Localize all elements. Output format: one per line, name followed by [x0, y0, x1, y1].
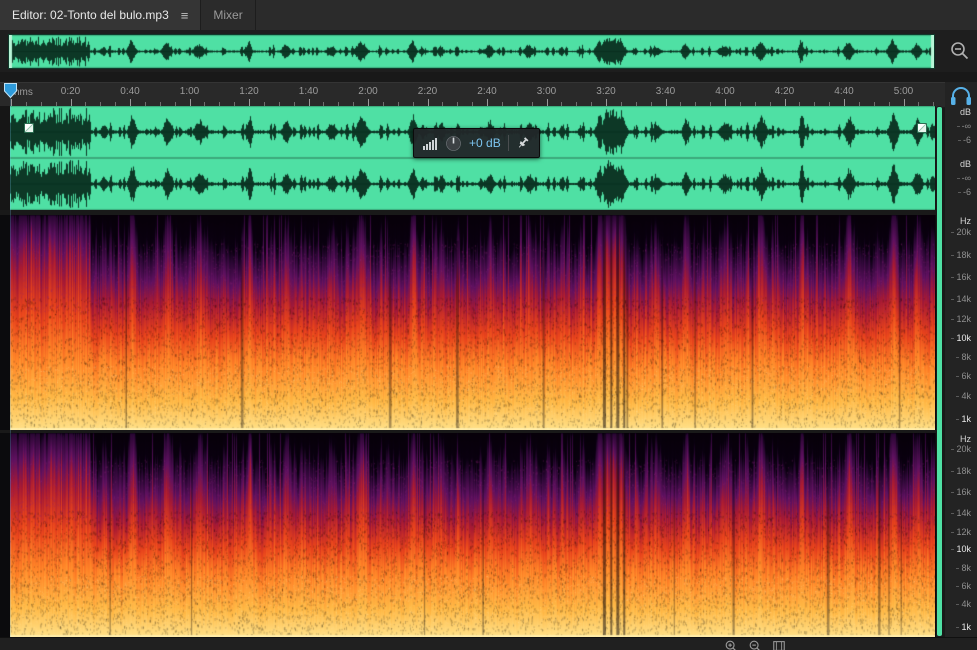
overview-waveform[interactable] — [8, 34, 935, 69]
scale-mark--6: -6 — [957, 187, 971, 198]
scale-mark-14k: 14k — [951, 507, 971, 518]
ruler-tick-label: 4:00 — [715, 86, 735, 97]
ruler-tick-label: 1:00 — [179, 86, 200, 97]
ruler-tick-label: 1:40 — [298, 86, 319, 97]
ruler-tickmark — [70, 99, 72, 106]
scale-mark-18k: 18k — [951, 249, 971, 260]
spectrogram-row-left — [0, 215, 936, 430]
ruler-tick-label: 3:40 — [655, 86, 676, 97]
scale-mark-18k: 18k — [951, 465, 971, 476]
db-scale-left: dB -∞ -6 — [945, 106, 975, 158]
panel-menu-icon[interactable]: ≡ — [181, 8, 189, 23]
scale-mark-20k: 20k — [951, 444, 971, 455]
ruler-tickmark — [665, 99, 667, 106]
ruler-tick-label: 3:20 — [596, 86, 616, 97]
scale-mark-16k: 16k — [951, 272, 971, 283]
zoom-in-icon[interactable] — [724, 639, 738, 650]
ruler-tick-label: 2:00 — [358, 86, 378, 97]
ruler-tickmark — [249, 99, 250, 106]
pin-hud-icon[interactable] — [516, 136, 530, 150]
overview-row — [0, 30, 977, 72]
status-toolbar — [0, 637, 977, 650]
volume-bars-icon — [423, 138, 437, 150]
ruler-tick-label: 4:20 — [774, 86, 795, 97]
ruler-tickmark — [308, 99, 310, 106]
hz-scale-title: Hz — [960, 434, 971, 444]
volume-hud: +0 dB — [413, 128, 540, 158]
db-scale-title: dB — [959, 159, 971, 169]
tab-editor[interactable]: Editor: 02-Tonto del bulo.mp3 ≡ — [0, 0, 202, 30]
fade-in-handle[interactable] — [24, 123, 34, 133]
scale-mark--∞: -∞ — [956, 120, 971, 131]
vertical-scrollbar-thumb[interactable] — [937, 107, 942, 636]
fade-out-handle[interactable] — [917, 123, 927, 133]
volume-knob-icon[interactable] — [445, 135, 462, 152]
ruler-tick-label: 0:20 — [60, 86, 81, 97]
magnifier-minus-icon — [951, 42, 969, 60]
zoom-navigate-icon[interactable] — [948, 39, 972, 63]
audition-editor-window: Editor: 02-Tonto del bulo.mp3 ≡ Mixer hm… — [0, 0, 977, 650]
ruler-tick-label: 3:00 — [536, 86, 557, 97]
ruler-tickmark — [487, 99, 488, 106]
scale-mark-4k: 4k — [956, 390, 971, 401]
ruler-tickmark — [725, 99, 726, 106]
scale-mark-10k: 10k — [951, 332, 971, 343]
scale-mark-1k: 1k — [956, 621, 971, 632]
monitoring-headphones-icon[interactable] — [948, 84, 974, 108]
spectrogram-right-channel[interactable] — [10, 433, 935, 637]
ruler-tickmark — [11, 99, 12, 106]
hz-scale-left: Hz 20k 18k 16k 14k 12k 10k 8k 6k 4k 1k — [945, 215, 975, 430]
hz-scale-title: Hz — [960, 216, 971, 226]
waveform-right-channel[interactable] — [10, 158, 935, 210]
ruler-tickmark — [130, 99, 131, 106]
ruler-tickmark — [368, 99, 369, 106]
hud-divider — [507, 135, 509, 151]
playhead-line — [10, 98, 11, 637]
scale-mark--6: -6 — [957, 135, 971, 146]
panel-tab-bar: Editor: 02-Tonto del bulo.mp3 ≡ Mixer — [0, 0, 977, 32]
scale-mark-8k: 8k — [956, 562, 971, 573]
ruler-tickmark — [427, 99, 429, 106]
tab-mixer[interactable]: Mixer — [201, 0, 256, 30]
waveform-row-right — [0, 158, 936, 210]
zoom-selection-icon[interactable] — [772, 639, 786, 650]
ruler-tickmark — [189, 99, 191, 106]
db-scale-right: dB -∞ -6 — [945, 158, 975, 210]
headphones-icon — [951, 87, 971, 105]
ruler-tick-label: 5:00 — [893, 86, 914, 97]
spectrogram-left-channel[interactable] — [10, 215, 935, 430]
scale-mark-6k: 6k — [956, 371, 971, 382]
db-scale-title: dB — [959, 107, 971, 117]
timeline-ruler[interactable]: hms 0:20 0:40 1:00 1:20 1:40 2:00 2:20 2:40 3:00… — [0, 82, 945, 108]
playhead-marker[interactable] — [4, 83, 17, 98]
ruler-tickmark — [903, 99, 905, 106]
ruler-tick-label: 2:40 — [477, 86, 497, 97]
scale-mark--∞: -∞ — [956, 172, 971, 183]
spectrogram-row-right — [0, 433, 936, 637]
scale-mark-6k: 6k — [956, 581, 971, 591]
scale-mark-20k: 20k — [951, 227, 971, 238]
scale-mark-1k: 1k — [956, 414, 971, 425]
scale-mark-4k: 4k — [956, 599, 971, 610]
ruler-tick-label: 0:40 — [120, 86, 140, 97]
ruler-tick-label: 1:20 — [239, 86, 259, 97]
ruler-tickmark — [546, 99, 548, 106]
scale-mark-14k: 14k — [951, 293, 971, 304]
tab-mixer-label: Mixer — [213, 8, 243, 22]
tab-editor-label: Editor: 02-Tonto del bulo.mp3 — [12, 8, 169, 22]
ruler-tickmark — [844, 99, 845, 106]
volume-value: +0 dB — [469, 136, 501, 150]
scale-mark-8k: 8k — [956, 351, 971, 362]
vertical-scrollbar-track[interactable] — [937, 106, 942, 637]
scale-mark-12k: 12k — [951, 526, 971, 537]
hz-scale-right: Hz 20k 18k 16k 14k 12k 10k 8k 6k 4k 1k — [945, 433, 975, 637]
ruler-tickmark — [606, 99, 607, 106]
scale-mark-16k: 16k — [951, 487, 971, 498]
ruler-tickmark — [784, 99, 786, 106]
zoom-out-icon[interactable] — [748, 639, 762, 650]
scale-mark-10k: 10k — [951, 544, 971, 555]
ruler-tick-label: 4:40 — [834, 86, 854, 97]
ruler-tick-label: 2:20 — [417, 86, 438, 97]
scale-mark-12k: 12k — [951, 314, 971, 325]
